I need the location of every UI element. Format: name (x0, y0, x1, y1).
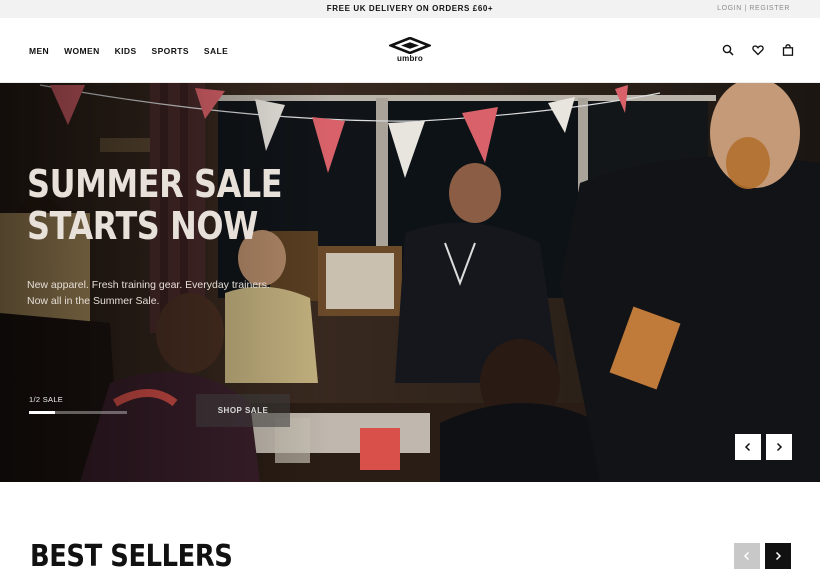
chevron-right-icon (776, 442, 783, 452)
best-sellers-prev-button[interactable] (734, 543, 760, 569)
search-icon[interactable] (722, 44, 734, 56)
hero-subtitle-line1: New apparel. Fresh training gear. Everyd… (27, 279, 270, 291)
login-link[interactable]: LOGIN (717, 5, 742, 12)
hero-prev-button[interactable] (735, 434, 761, 460)
nav-item-men[interactable]: MEN (29, 46, 49, 56)
umbro-logo[interactable]: umbro (387, 36, 433, 65)
hero-title: SUMMER SALE STARTS NOW (27, 162, 283, 248)
nav-item-sale[interactable]: SALE (204, 46, 228, 56)
promo-text: FREE UK DELIVERY ON ORDERS £60+ (326, 4, 494, 13)
hero-next-button[interactable] (766, 434, 792, 460)
best-sellers-next-button[interactable] (765, 543, 791, 569)
heart-icon[interactable] (752, 44, 764, 56)
nav-item-kids[interactable]: KIDS (115, 46, 137, 56)
nav-item-sports[interactable]: SPORTS (152, 46, 189, 56)
chevron-left-icon (743, 551, 750, 561)
main-nav: MEN WOMEN KIDS SPORTS SALE (29, 46, 228, 56)
nav-item-women[interactable]: WOMEN (64, 46, 100, 56)
slide-progress-fill (29, 411, 56, 414)
chevron-left-icon (744, 442, 751, 452)
slide-progress-bar (29, 411, 127, 414)
bag-icon[interactable] (782, 44, 794, 56)
site-header: MEN WOMEN KIDS SPORTS SALE umbro (0, 18, 820, 83)
hero-subtitle: New apparel. Fresh training gear. Everyd… (27, 277, 297, 309)
header-icons (722, 44, 794, 56)
hero-subtitle-line2: Now all in the Summer Sale. (27, 295, 160, 307)
shop-sale-button[interactable]: SHOP SALE (196, 394, 290, 427)
account-links: LOGIN | REGISTER (717, 5, 790, 12)
hero-title-line1: SUMMER SALE (27, 162, 283, 206)
register-link[interactable]: REGISTER (749, 5, 790, 12)
slide-counter: 1/2 SALE (29, 395, 64, 404)
chevron-right-icon (775, 551, 782, 561)
hero-title-line2: STARTS NOW (27, 204, 258, 248)
best-sellers-title: BEST SELLERS (30, 539, 233, 574)
diamond-logo-icon (387, 36, 433, 55)
logo-wordmark: umbro (397, 54, 423, 63)
hero-banner[interactable]: SUMMER SALE STARTS NOW New apparel. Fres… (0, 83, 820, 482)
promo-bar: FREE UK DELIVERY ON ORDERS £60+ LOGIN | … (0, 0, 820, 18)
